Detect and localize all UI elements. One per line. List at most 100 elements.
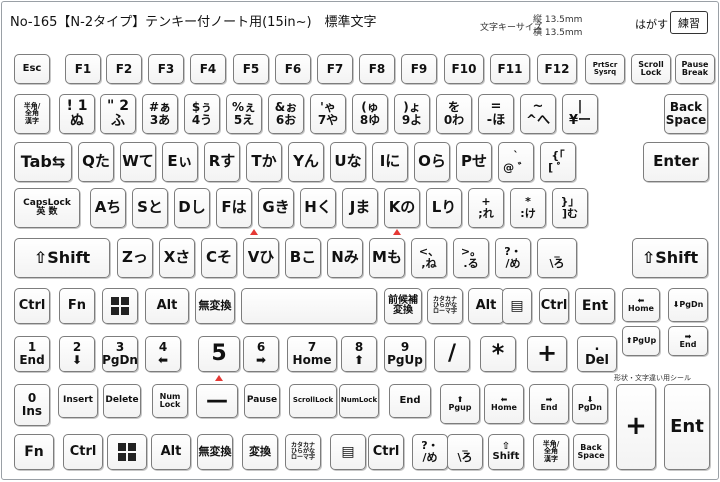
key-f1[interactable]: F1 (65, 54, 101, 84)
key-r[interactable]: Rす (204, 142, 240, 182)
key-henkan-b[interactable]: 変換 (242, 434, 278, 470)
key-o[interactable]: Oら (414, 142, 450, 182)
key-menu-b[interactable]: ▤ (330, 434, 366, 470)
key-hankaku-b[interactable]: 半角/ 全角 漢字 (533, 434, 569, 470)
key-alt-b[interactable]: Alt (151, 434, 191, 470)
key-end-arrow[interactable]: ➡ End (668, 326, 708, 356)
key-num3[interactable]: 3 PgDn (102, 336, 138, 372)
key-x[interactable]: Xさ (159, 238, 195, 278)
key-num4[interactable]: 4 ⬅ (145, 336, 181, 372)
key-3[interactable]: #ぁ 3あ (142, 94, 178, 134)
key-f8[interactable]: F8 (359, 54, 395, 84)
key-num-minus[interactable]: — (196, 384, 238, 418)
key-g[interactable]: Gき (258, 188, 294, 228)
key-yen[interactable]: | ¥ー (562, 94, 598, 134)
key-m[interactable]: Mも (369, 238, 405, 278)
key-f5[interactable]: F5 (233, 54, 269, 84)
key-semicolon[interactable]: + ;れ (468, 188, 504, 228)
key-num5[interactable]: 5 (198, 336, 240, 372)
key-scroll-lock[interactable]: Scroll Lock (631, 54, 671, 84)
key-pause[interactable]: Pause (244, 384, 280, 418)
key-numlock2[interactable]: NumLock (339, 384, 379, 418)
key-prtsc-sysrq[interactable]: PrtScr Sysrq (585, 54, 625, 84)
key-henkan[interactable]: 前候補 変換 (384, 288, 422, 324)
key-i[interactable]: Iに (372, 142, 408, 182)
key-ctrl-right[interactable]: Ctrl (539, 288, 569, 324)
key-d[interactable]: Dし (174, 188, 210, 228)
key-f12[interactable]: F12 (537, 54, 577, 84)
key-n[interactable]: Nみ (327, 238, 363, 278)
key-v[interactable]: Vひ (243, 238, 279, 278)
key-num8[interactable]: 8 ⬆ (341, 336, 377, 372)
key-c[interactable]: Cそ (201, 238, 237, 278)
key-end3[interactable]: ➡ End (529, 384, 569, 424)
key-1[interactable]: ! 1ぬ (59, 94, 95, 134)
key-hankaku-zenkaku[interactable]: 半角/ 全角 漢字 (14, 94, 50, 134)
key-num-star[interactable]: * (480, 336, 516, 372)
key-pgup2[interactable]: ⬆ Pgup (440, 384, 480, 424)
key-w[interactable]: Wて (120, 142, 156, 182)
key-0[interactable]: を 0わ (436, 94, 472, 134)
key-s[interactable]: Sと (132, 188, 168, 228)
key-bracket-close[interactable]: }」 ]む (552, 188, 588, 228)
key-tab[interactable]: Tab⇆ (14, 142, 72, 182)
key-7[interactable]: 'ゃ 7や (310, 94, 346, 134)
key-shift-right[interactable]: ⇧Shift (632, 238, 708, 278)
key-enter[interactable]: Enter (643, 142, 709, 182)
key-space[interactable] (241, 288, 377, 324)
key-win-left[interactable] (102, 288, 138, 324)
key-at[interactable]: ` @ ゛ (498, 142, 534, 182)
key-f4[interactable]: F4 (190, 54, 226, 84)
key-ctrl-b2[interactable]: Ctrl (368, 434, 404, 470)
key-backslash[interactable]: _ \ろ (537, 238, 577, 278)
key-9[interactable]: )ょ 9よ (394, 94, 430, 134)
key-z[interactable]: Zっ (117, 238, 153, 278)
key-b[interactable]: Bこ (285, 238, 321, 278)
key-esc[interactable]: Esc (14, 54, 50, 84)
key-a[interactable]: Aち (90, 188, 126, 228)
key-f6[interactable]: F6 (275, 54, 311, 84)
key-k[interactable]: Kの (384, 188, 420, 228)
key-alt-left[interactable]: Alt (145, 288, 189, 324)
key-minus[interactable]: = -ほ (478, 94, 514, 134)
key-f2[interactable]: F2 (106, 54, 142, 84)
key-bracket-open[interactable]: {「 [ ゜ (540, 142, 576, 182)
key-scrlock[interactable]: ScrollLock (289, 384, 337, 418)
key-home-key[interactable]: ⬅ Home (622, 288, 660, 322)
key-shift-b[interactable]: ⇧ Shift (488, 434, 524, 470)
key-num2[interactable]: 2 ⬇ (59, 336, 95, 372)
key-fn-b[interactable]: Fn (14, 434, 54, 470)
key-muhenkan[interactable]: 無変換 (195, 288, 235, 324)
key-pgup-key[interactable]: ⬆PgUp (622, 326, 660, 356)
key-f7[interactable]: F7 (317, 54, 353, 84)
key-j[interactable]: Jま (342, 188, 378, 228)
key-backspace[interactable]: Back Space (664, 94, 708, 134)
key-end2[interactable]: End (389, 384, 431, 418)
key-fn[interactable]: Fn (59, 288, 95, 324)
key-pause-break[interactable]: Pause Break (675, 54, 715, 84)
key-slash[interactable]: ?・ /め (495, 238, 531, 278)
key-5[interactable]: %ぇ 5え (226, 94, 262, 134)
key-q[interactable]: Qた (78, 142, 114, 182)
key-menu[interactable]: ▤ (502, 288, 532, 324)
key-num9[interactable]: 9 PgUp (384, 336, 426, 372)
key-f[interactable]: Fは (216, 188, 252, 228)
key-period[interactable]: >。 .る (453, 238, 489, 278)
key-colon[interactable]: * :け (510, 188, 546, 228)
key-slash-b[interactable]: ?・ /め (412, 434, 448, 470)
key-f10[interactable]: F10 (444, 54, 484, 84)
key-e[interactable]: Eぃ (162, 142, 198, 182)
key-kana[interactable]: カタカナ ひらがな ローマ字 (427, 288, 463, 324)
key-y[interactable]: Yん (288, 142, 324, 182)
key-4[interactable]: $ぅ 4う (184, 94, 220, 134)
key-num1[interactable]: 1 End (14, 336, 50, 372)
key-pgdn2[interactable]: ⬇ PgDn (572, 384, 608, 424)
key-6[interactable]: &ぉ 6お (268, 94, 304, 134)
key-caret[interactable]: ~ ^へ (520, 94, 556, 134)
key-num0[interactable]: 0 Ins (14, 384, 50, 426)
key-u[interactable]: Uな (330, 142, 366, 182)
key-h[interactable]: Hく (300, 188, 336, 228)
key-f3[interactable]: F3 (148, 54, 184, 84)
key-t[interactable]: Tか (246, 142, 282, 182)
key-l[interactable]: Lり (426, 188, 462, 228)
